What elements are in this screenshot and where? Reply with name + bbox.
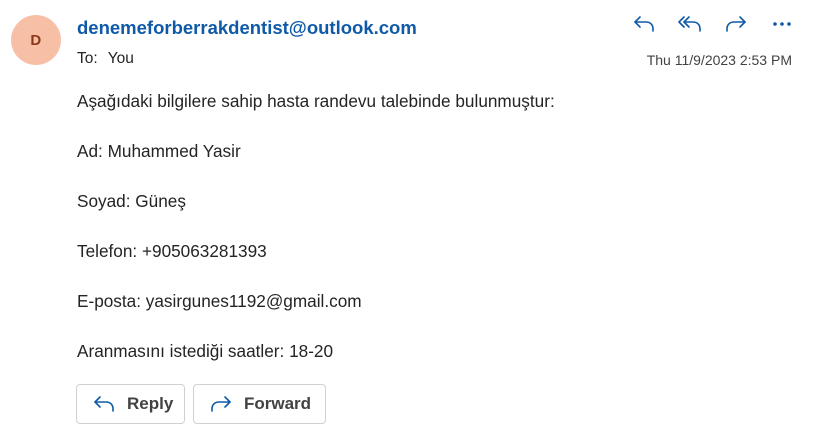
body-line: Soyad: Güneş [77, 191, 186, 211]
sender-address[interactable]: denemeforberrakdentist@outlook.com [77, 17, 417, 39]
avatar[interactable]: D [11, 15, 61, 65]
to-value[interactable]: You [108, 50, 134, 67]
body-line: Aranmasını istediği saatler: 18-20 [77, 341, 334, 361]
forward-button-label: Forward [244, 394, 312, 413]
reply-icon [93, 395, 115, 413]
more-icon [772, 21, 792, 27]
footer-actions: Reply Forward [76, 384, 326, 424]
recipient-line: To: You [77, 50, 134, 68]
forward-action-button[interactable] [716, 8, 756, 40]
forward-icon [210, 395, 232, 413]
forward-icon [725, 15, 747, 33]
message-timestamp: Thu 11/9/2023 2:53 PM [646, 52, 792, 68]
avatar-initial: D [30, 31, 42, 49]
reply-button-label: Reply [127, 394, 174, 413]
reply-all-icon [678, 15, 702, 33]
forward-button[interactable]: Forward [193, 384, 326, 424]
reply-button[interactable]: Reply [76, 384, 185, 424]
body-line: Telefon: +905063281393 [77, 241, 267, 261]
reply-icon [633, 15, 655, 33]
message-actions-toolbar [624, 8, 802, 40]
reply-action-button[interactable] [624, 8, 664, 40]
more-actions-button[interactable] [762, 8, 802, 40]
reply-all-action-button[interactable] [670, 8, 710, 40]
message-body: Aşağıdaki bilgilere sahip hasta randevu … [77, 89, 777, 389]
to-label: To: [77, 50, 98, 67]
body-line: Aşağıdaki bilgilere sahip hasta randevu … [77, 91, 555, 111]
body-line: E-posta: yasirgunes1192@gmail.com [77, 291, 362, 311]
body-line: Ad: Muhammed Yasir [77, 141, 241, 161]
